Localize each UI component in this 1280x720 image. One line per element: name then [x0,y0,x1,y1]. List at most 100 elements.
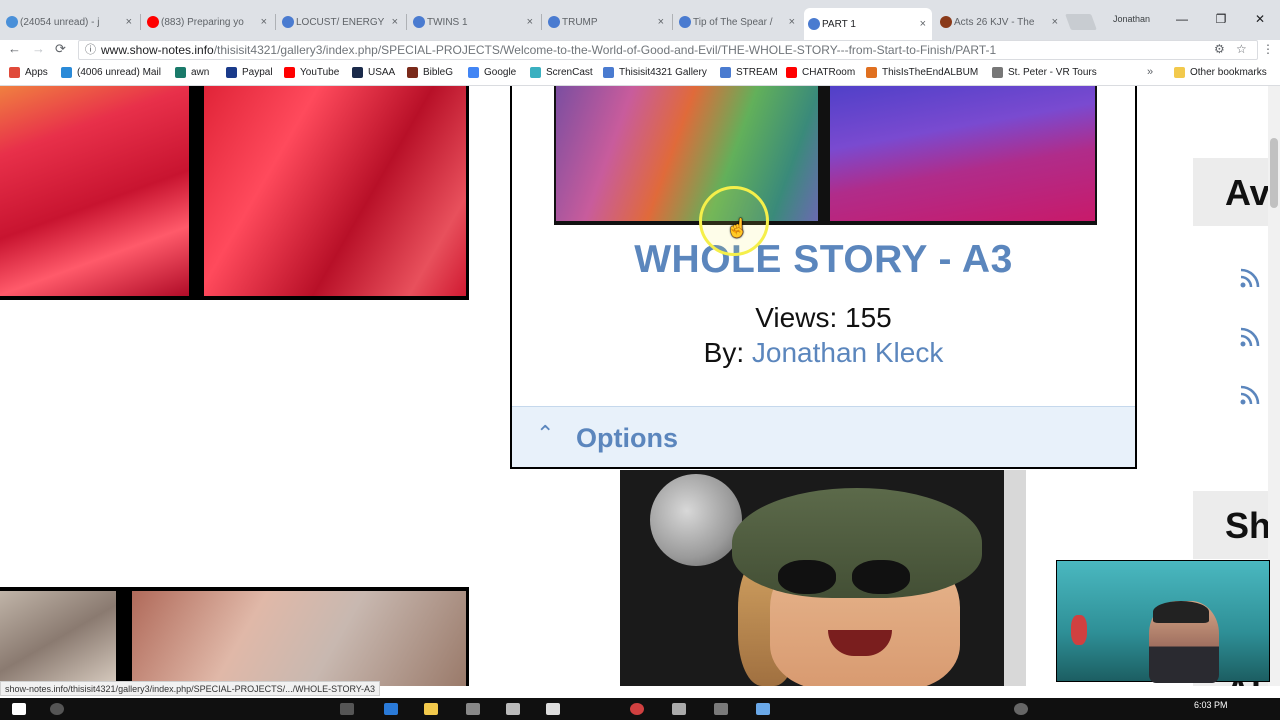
tab-label: PART 1 [822,18,856,30]
bookmark-chatroom[interactable]: CHATRoom [786,67,855,78]
new-tab-button[interactable] [1065,14,1097,30]
options-toggle[interactable]: ⌃ Options [512,406,1135,467]
tab-tip-of-the-spear[interactable]: Tip of The Spear / × [675,10,801,34]
app-icon[interactable] [672,703,686,715]
bookmark-mail[interactable]: (4006 unread) Mail [61,67,161,78]
scrollbar-thumb[interactable] [1270,138,1278,208]
gallery-item-title[interactable]: WHOLE STORY - A3 [512,238,1135,282]
gallery-thumbnail[interactable] [620,470,1026,686]
bookmark-bibleg[interactable]: BibleG [407,67,453,78]
bookmark-google[interactable]: Google [468,67,516,78]
painting-image [830,86,1095,221]
gallery-item-card: WHOLE STORY - A3 Views: 155 By: Jonathan… [510,86,1137,469]
address-bar[interactable]: ⓘ www.show-notes.info/thisisit4321/galle… [78,40,1258,60]
chevron-up-icon: ⌃ [536,421,555,446]
app-icon[interactable] [756,703,770,715]
options-label: Options [576,423,678,453]
bookmark-usaa[interactable]: USAA [352,67,395,78]
bookmark-paypal[interactable]: Paypal [226,67,273,78]
close-icon[interactable]: × [126,16,132,28]
bookmark-star-icon[interactable]: ☆ [1236,42,1247,56]
painting-image [0,591,116,686]
close-icon[interactable]: × [261,16,267,28]
tab-youtube[interactable]: (883) Preparing yo × [143,10,273,34]
mail-icon [61,67,72,78]
tab-part-1[interactable]: PART 1 × [804,8,932,40]
rss-feed-icon[interactable] [1238,383,1262,413]
bookmark-album[interactable]: ThisIsTheEndALBUM [866,67,978,78]
tab-label: (883) Preparing yo [161,16,244,28]
owner-link[interactable]: Jonathan Kleck [752,337,943,368]
close-icon[interactable]: × [527,16,533,28]
tray-icon[interactable] [1014,703,1028,715]
close-icon[interactable]: × [1052,16,1058,28]
store-icon[interactable] [466,703,480,715]
tab-label: TWINS 1 [427,16,468,28]
bookmark-awn[interactable]: awn [175,67,209,78]
start-windows-icon[interactable] [12,703,26,715]
youtube-icon [284,67,295,78]
usaa-icon [352,67,363,78]
close-icon[interactable]: × [658,16,664,28]
app-icon[interactable] [506,703,520,715]
forward-button[interactable]: → [32,41,45,56]
bookmark-gallery[interactable]: Thisisit4321 Gallery [603,67,707,78]
app-icon[interactable] [714,703,728,715]
task-view-icon[interactable] [340,703,354,715]
bookmark-vr-tours[interactable]: St. Peter - VR Tours [992,67,1097,78]
bible-icon [940,16,952,28]
tab-trump[interactable]: TRUMP × [544,10,670,34]
moon-image [650,474,742,566]
other-bookmarks[interactable]: Other bookmarks [1174,67,1267,78]
painting-image [132,591,466,686]
back-button[interactable]: ← [8,41,21,56]
rss-feed-icon[interactable] [1238,325,1262,355]
gallery-thumbnail[interactable] [0,86,469,300]
menu-icon[interactable]: ⋮ [1262,42,1274,56]
tab-twins[interactable]: TWINS 1 × [409,10,539,34]
tab-acts-26[interactable]: Acts 26 KJV - The × [936,10,1064,34]
tab-locust-energy[interactable]: LOCUST/ ENERGY × [278,10,404,34]
windows-taskbar: 6:03 PM [0,698,1280,720]
edge-icon[interactable] [384,703,398,715]
search-icon[interactable] [50,703,64,715]
bible-icon [407,67,418,78]
browser-toolbar: ← → ⟳ ⓘ www.show-notes.info/thisisit4321… [0,40,1280,62]
tab-strip: (24054 unread) - j × (883) Preparing yo … [0,0,1280,40]
owner-label: By: [703,337,745,368]
sidebar-block: Av [1193,158,1280,226]
close-icon[interactable]: × [392,16,398,28]
tab-mail[interactable]: (24054 unread) - j × [2,10,138,34]
page-content: WHOLE STORY - A3 Views: 155 By: Jonathan… [0,86,1280,686]
bookmark-screncast[interactable]: ScrenCast [530,67,593,78]
bookmark-stream[interactable]: STREAM [720,67,778,78]
address-host: www.show-notes.info [101,43,214,57]
reload-button[interactable]: ⟳ [55,41,66,57]
translate-icon[interactable]: ⚙ [1214,42,1225,56]
link-status-bar: show-notes.info/thisisit4321/gallery3/in… [0,681,380,696]
close-icon[interactable]: × [920,18,926,30]
sidebar-block-title: Av [1225,172,1270,213]
webcam-overlay [1056,560,1270,683]
folder-icon [1174,67,1185,78]
gallery-icon [679,16,691,28]
close-icon[interactable]: × [789,16,795,28]
bookmark-apps[interactable]: Apps [9,67,48,78]
gallery-thumbnail[interactable] [0,587,469,686]
painting-image [0,86,189,296]
minimize-button[interactable]: — [1172,12,1192,26]
close-window-button[interactable]: ✕ [1250,12,1270,26]
bookmark-youtube[interactable]: YouTube [284,67,339,78]
portrait-sunglasses [778,560,918,600]
bookmarks-overflow-button[interactable]: » [1147,66,1153,78]
gallery-item-image[interactable] [554,86,1097,225]
chrome-icon[interactable] [630,703,644,715]
screencast-icon [530,67,541,78]
painting-image [204,86,466,296]
site-info-icon[interactable]: ⓘ [85,41,96,59]
profile-name[interactable]: Jonathan [1113,14,1150,24]
app-icon[interactable] [546,703,560,715]
rss-feed-icon[interactable] [1238,266,1262,296]
file-explorer-icon[interactable] [424,703,438,715]
maximize-button[interactable]: ❐ [1211,12,1231,26]
